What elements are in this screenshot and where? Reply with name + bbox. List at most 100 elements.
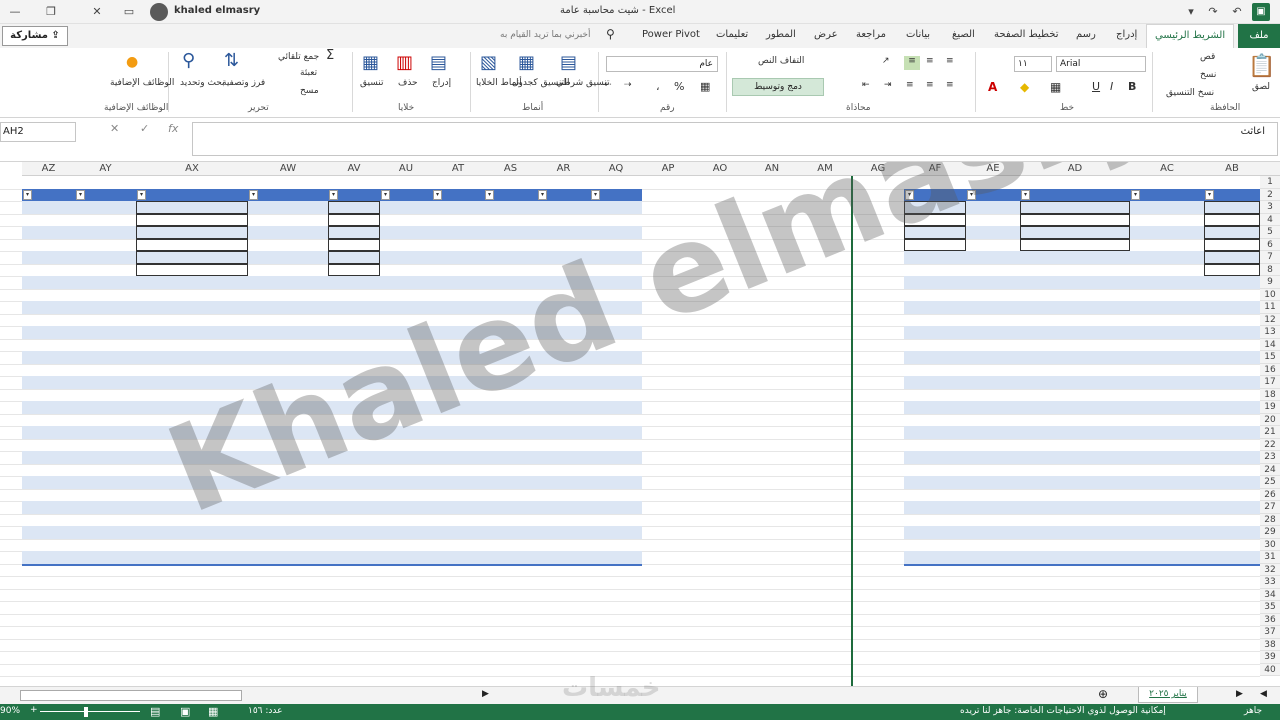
table-cell[interactable]	[248, 251, 328, 264]
row-header[interactable]: 8	[1260, 263, 1280, 276]
summary-value[interactable]	[432, 626, 484, 639]
table-cell[interactable]	[328, 226, 380, 239]
row-header[interactable]: 13	[1260, 326, 1280, 339]
tab-file[interactable]: ملف	[1238, 24, 1280, 48]
column-header[interactable]: AU	[380, 162, 432, 176]
wrap-text-button[interactable]: التفاف النص	[758, 56, 804, 66]
column-header[interactable]: AW	[248, 162, 328, 176]
table-cell[interactable]	[590, 214, 642, 227]
row-header[interactable]: 22	[1260, 438, 1280, 451]
insert-cells-button[interactable]: إدراج	[432, 78, 451, 88]
row-header[interactable]: 29	[1260, 526, 1280, 539]
align-top-icon[interactable]: ≡	[904, 56, 920, 70]
italic-button[interactable]: I	[1110, 80, 1113, 93]
row-header[interactable]: 20	[1260, 413, 1280, 426]
row-header[interactable]: 34	[1260, 588, 1280, 601]
table-cell[interactable]	[1020, 213, 1130, 226]
filter-dropdown-icon[interactable]: ▾	[967, 189, 976, 200]
tab-help[interactable]: تعليمات	[716, 29, 748, 40]
row-header[interactable]: 19	[1260, 401, 1280, 414]
row-header[interactable]: 3	[1260, 201, 1280, 214]
row-header[interactable]: 27	[1260, 501, 1280, 514]
filter-dropdown-icon[interactable]: ▾	[249, 189, 258, 200]
table-cell[interactable]	[1130, 251, 1204, 264]
row-header[interactable]: 17	[1260, 376, 1280, 389]
row-header[interactable]: 14	[1260, 338, 1280, 351]
row-header[interactable]: 30	[1260, 538, 1280, 551]
summary-value[interactable]	[484, 626, 537, 639]
row-header[interactable]: 2	[1260, 188, 1280, 201]
filter-dropdown-icon[interactable]: ▾	[433, 189, 442, 200]
share-button[interactable]: مشاركة ⇪	[2, 26, 68, 46]
filter-dropdown-icon[interactable]: ▾	[905, 189, 914, 200]
column-header[interactable]: AN	[746, 162, 798, 176]
summary-value[interactable]	[537, 626, 590, 639]
filter-dropdown-icon[interactable]: ▾	[137, 189, 146, 200]
table-cell[interactable]	[380, 264, 432, 277]
column-header[interactable]: AE	[966, 162, 1020, 176]
row-header[interactable]: 33	[1260, 576, 1280, 589]
column-header[interactable]: AF	[904, 162, 966, 176]
row-header[interactable]: 26	[1260, 488, 1280, 501]
tab-insert[interactable]: إدراج	[1116, 29, 1137, 40]
column-header[interactable]: AO	[694, 162, 746, 176]
tab-draw[interactable]: رسم	[1076, 29, 1096, 40]
table-cell[interactable]	[904, 226, 966, 239]
filter-dropdown-icon[interactable]: ▾	[1205, 189, 1214, 200]
outdent-icon[interactable]: ⇥	[884, 80, 892, 90]
borders-icon[interactable]: ▦	[1050, 80, 1061, 94]
enter-icon[interactable]: ✓	[140, 122, 149, 135]
close-icon[interactable]: ✕	[86, 2, 108, 22]
delete-cells-button[interactable]: حذف	[398, 78, 418, 88]
tell-me-input[interactable]: أخبرني بما تريد القيام به	[500, 30, 591, 40]
column-header[interactable]: AG	[852, 162, 904, 176]
addins-icon[interactable]: ●	[126, 54, 138, 70]
redo-icon[interactable]: ↷	[1202, 2, 1224, 22]
summary-value[interactable]	[328, 626, 380, 639]
row-header[interactable]: 10	[1260, 288, 1280, 301]
table-cell[interactable]	[328, 238, 380, 251]
tab-power-pivot[interactable]: Power Pivot	[642, 29, 700, 40]
cut-button[interactable]: قص	[1200, 52, 1215, 62]
column-header[interactable]: AZ	[22, 162, 75, 176]
format-painter-button[interactable]: نسخ التنسيق	[1166, 88, 1214, 98]
paste-label[interactable]: لصق	[1252, 82, 1270, 92]
summary-value[interactable]	[590, 626, 642, 639]
table-cell[interactable]	[136, 251, 248, 264]
table-cell[interactable]	[248, 201, 328, 214]
table-cell[interactable]	[248, 239, 328, 252]
tab-review[interactable]: مراجعة	[856, 29, 886, 40]
table-cell[interactable]	[1020, 238, 1130, 251]
table-cell[interactable]	[248, 226, 328, 239]
table-cell[interactable]	[1020, 264, 1130, 277]
table-cell[interactable]	[1204, 213, 1260, 226]
table-cell[interactable]	[328, 213, 380, 226]
table-cell[interactable]	[1020, 201, 1130, 214]
table-cell[interactable]	[1204, 201, 1260, 214]
row-header[interactable]: 5	[1260, 226, 1280, 239]
page-break-view-icon[interactable]: ▤	[150, 705, 160, 718]
table-cell[interactable]	[328, 263, 380, 276]
format-cells-icon[interactable]: ▦	[362, 52, 379, 73]
copy-button[interactable]: نسخ	[1200, 70, 1216, 80]
column-header[interactable]: AV	[328, 162, 380, 176]
tab-data[interactable]: بيانات	[906, 29, 930, 40]
save-icon[interactable]: ▣	[1252, 3, 1270, 21]
font-size-select[interactable]: ١١	[1014, 56, 1052, 72]
indent-icon[interactable]: ⇤	[862, 80, 870, 90]
ribbon-display-icon[interactable]: ▭	[118, 2, 140, 22]
row-header[interactable]: 35	[1260, 601, 1280, 614]
column-header[interactable]: AT	[432, 162, 484, 176]
fill-button[interactable]: تعبئة	[300, 68, 317, 78]
decrease-decimal-icon[interactable]: ⇢	[624, 80, 632, 90]
formula-input[interactable]: اعاثث	[192, 122, 1278, 156]
font-name-select[interactable]: Arial	[1056, 56, 1146, 72]
row-header[interactable]: 6	[1260, 238, 1280, 251]
find-select-button[interactable]: بحث وتحديد	[180, 78, 225, 88]
row-header[interactable]: 21	[1260, 426, 1280, 439]
table-cell[interactable]	[537, 251, 590, 264]
name-box[interactable]: AH2	[0, 122, 76, 142]
align-bottom-icon[interactable]: ≡	[946, 56, 954, 66]
table-cell[interactable]	[136, 263, 248, 276]
row-header[interactable]: 38	[1260, 638, 1280, 651]
